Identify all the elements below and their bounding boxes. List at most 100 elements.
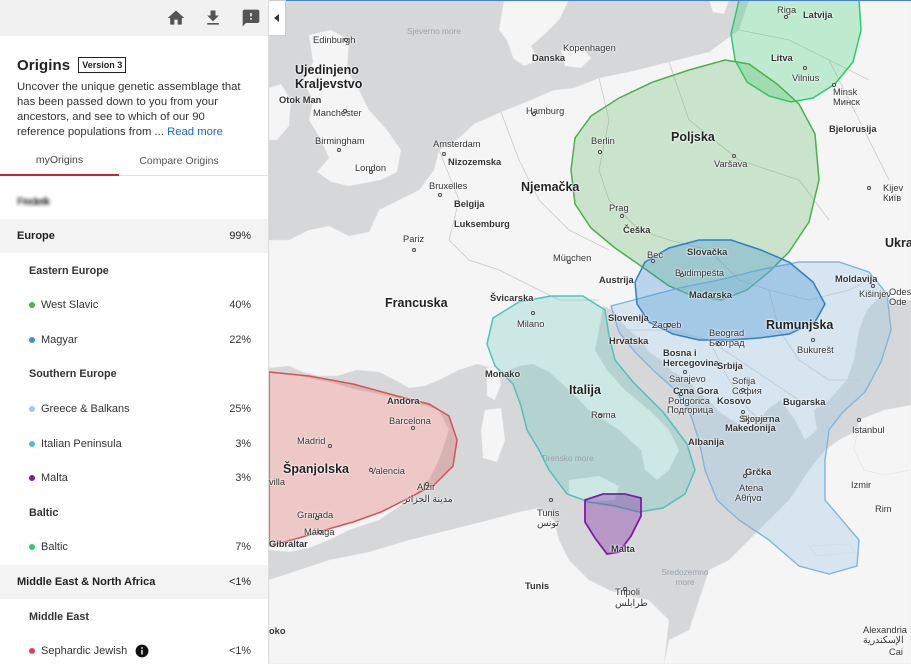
row-percentage: 25%: [229, 403, 251, 415]
city-dot: [425, 482, 429, 486]
subregion-row-eastern-europe: Eastern Europe: [0, 254, 268, 288]
row-label: Europe: [17, 230, 55, 242]
country-label: Austrija: [599, 275, 634, 285]
map-base: [269, 0, 911, 664]
city-label: Cai: [889, 647, 903, 657]
row-label: Eastern Europe: [29, 264, 109, 277]
city-label: Prag: [609, 203, 629, 213]
country-label: Ukra: [885, 236, 911, 250]
population-row-sephardic-jewish[interactable]: Sephardic Jewish <1%: [0, 634, 268, 664]
city-dot: [679, 392, 683, 396]
country-label: Poljska: [671, 130, 715, 144]
city-label: Barcelona: [389, 416, 431, 426]
city-label: Kišinjev: [859, 289, 892, 299]
region-row-europe: Europe 99%: [0, 219, 268, 253]
population-row-malta[interactable]: Malta 3%: [0, 461, 268, 495]
city-dot: [369, 170, 373, 174]
home-icon[interactable]: [166, 8, 186, 28]
city-label: Ode: [889, 297, 907, 307]
country-label: Malta: [611, 544, 635, 554]
city-label: Atena: [739, 483, 764, 493]
city-label: Istanbul: [852, 425, 885, 435]
read-more-link[interactable]: Read more: [167, 126, 223, 138]
city-dot: [598, 414, 602, 418]
country-label: Monako: [485, 369, 521, 379]
city-label: طرابلس: [615, 598, 648, 608]
sea-label: Sjeverno more: [407, 26, 461, 36]
city-dot: [680, 273, 684, 277]
population-row-west-slavic[interactable]: West Slavic 40%: [0, 288, 268, 322]
population-row-baltic[interactable]: Baltic 7%: [0, 530, 268, 564]
city-label: Rim: [875, 504, 892, 514]
download-icon[interactable]: [203, 8, 223, 28]
country-label: Albanija: [688, 437, 725, 447]
city-label: Varšava: [714, 159, 748, 169]
country-label: Bosna i: [663, 348, 697, 358]
city-dot: [743, 474, 747, 478]
map-canvas[interactable]: Ujedinjeno Kraljevstvo Njemačka Poljska Fran…: [269, 0, 911, 664]
color-dot: [29, 475, 35, 482]
city-dot: [741, 410, 745, 414]
city-label: Riga: [777, 5, 797, 15]
city-dot: [667, 323, 671, 327]
city-label: Roma: [591, 410, 616, 420]
color-dot: [29, 648, 35, 655]
city-label: Izmir: [851, 480, 872, 490]
row-label: Southern Europe: [29, 368, 117, 381]
row-percentage: <1%: [229, 645, 251, 658]
country-label: Španjolska: [283, 462, 349, 476]
city-label: تونس: [537, 518, 559, 528]
city-label: München: [553, 253, 592, 263]
city-label: الإسكندرية: [863, 635, 904, 645]
country-label: Kosovo: [717, 396, 752, 406]
country-label: Slovenija: [608, 313, 649, 323]
row-percentage: 3%: [235, 472, 251, 485]
header: Origins Version 3 Uncover the unique gen…: [0, 36, 268, 140]
population-row-italian-peninsula[interactable]: Italian Peninsula 3%: [0, 427, 268, 461]
country-label: Češka: [623, 225, 651, 235]
collapse-panel-button[interactable]: [269, 0, 286, 36]
country-label: Latvija: [803, 10, 833, 20]
city-dot: [412, 248, 416, 252]
row-label: Baltic: [29, 506, 59, 519]
row-label: Middle East & North Africa: [17, 576, 156, 588]
country-label: Bugarska: [783, 397, 826, 407]
city-dot: [567, 260, 571, 264]
color-dot: [29, 406, 35, 412]
city-label: Valencia: [370, 466, 405, 476]
tab-compare-origins[interactable]: Compare Origins: [119, 145, 239, 176]
color-dot: [29, 302, 35, 309]
city-label: Kopenhagen: [563, 43, 616, 53]
city-dot: [337, 148, 341, 152]
country-label: Francuska: [385, 296, 448, 310]
row-percentage: 22%: [229, 333, 251, 346]
city-label: Bukurešt: [797, 345, 834, 355]
city-dot: [803, 66, 807, 70]
city-dot: [344, 38, 348, 42]
row-label: Middle East: [29, 610, 89, 623]
feedback-icon[interactable]: [241, 8, 261, 28]
origins-panel: Origins Version 3 Uncover the unique gen…: [0, 0, 269, 664]
info-icon[interactable]: [135, 644, 149, 658]
city-label: Подгорица: [667, 405, 714, 415]
city-label: villa: [269, 477, 286, 487]
city-label: مدينة الجزائر: [403, 494, 453, 504]
city-dot: [651, 259, 655, 263]
city-label: Beograd: [709, 328, 745, 338]
row-percentage: 7%: [235, 541, 251, 554]
population-row-magyar[interactable]: Magyar 22%: [0, 323, 268, 357]
city-label: Minsk: [833, 87, 858, 97]
city-dot: [741, 388, 745, 392]
city-dot: [867, 186, 871, 190]
city-dot: [871, 284, 875, 288]
city-dot: [598, 150, 602, 154]
country-label: Moldavija: [835, 274, 878, 284]
population-row-greece-balkans[interactable]: Greece & Balkans 25%: [0, 392, 268, 426]
subregion-row-southern-europe: Southern Europe: [0, 357, 268, 391]
row-percentage: <1%: [229, 576, 251, 588]
tab-myorigins[interactable]: myOrigins: [0, 145, 119, 176]
country-label: Slovačka: [687, 247, 728, 257]
city-label: Bruxelles: [429, 181, 468, 191]
city-label: Београд: [709, 338, 745, 348]
chevron-left-icon: [274, 14, 279, 22]
